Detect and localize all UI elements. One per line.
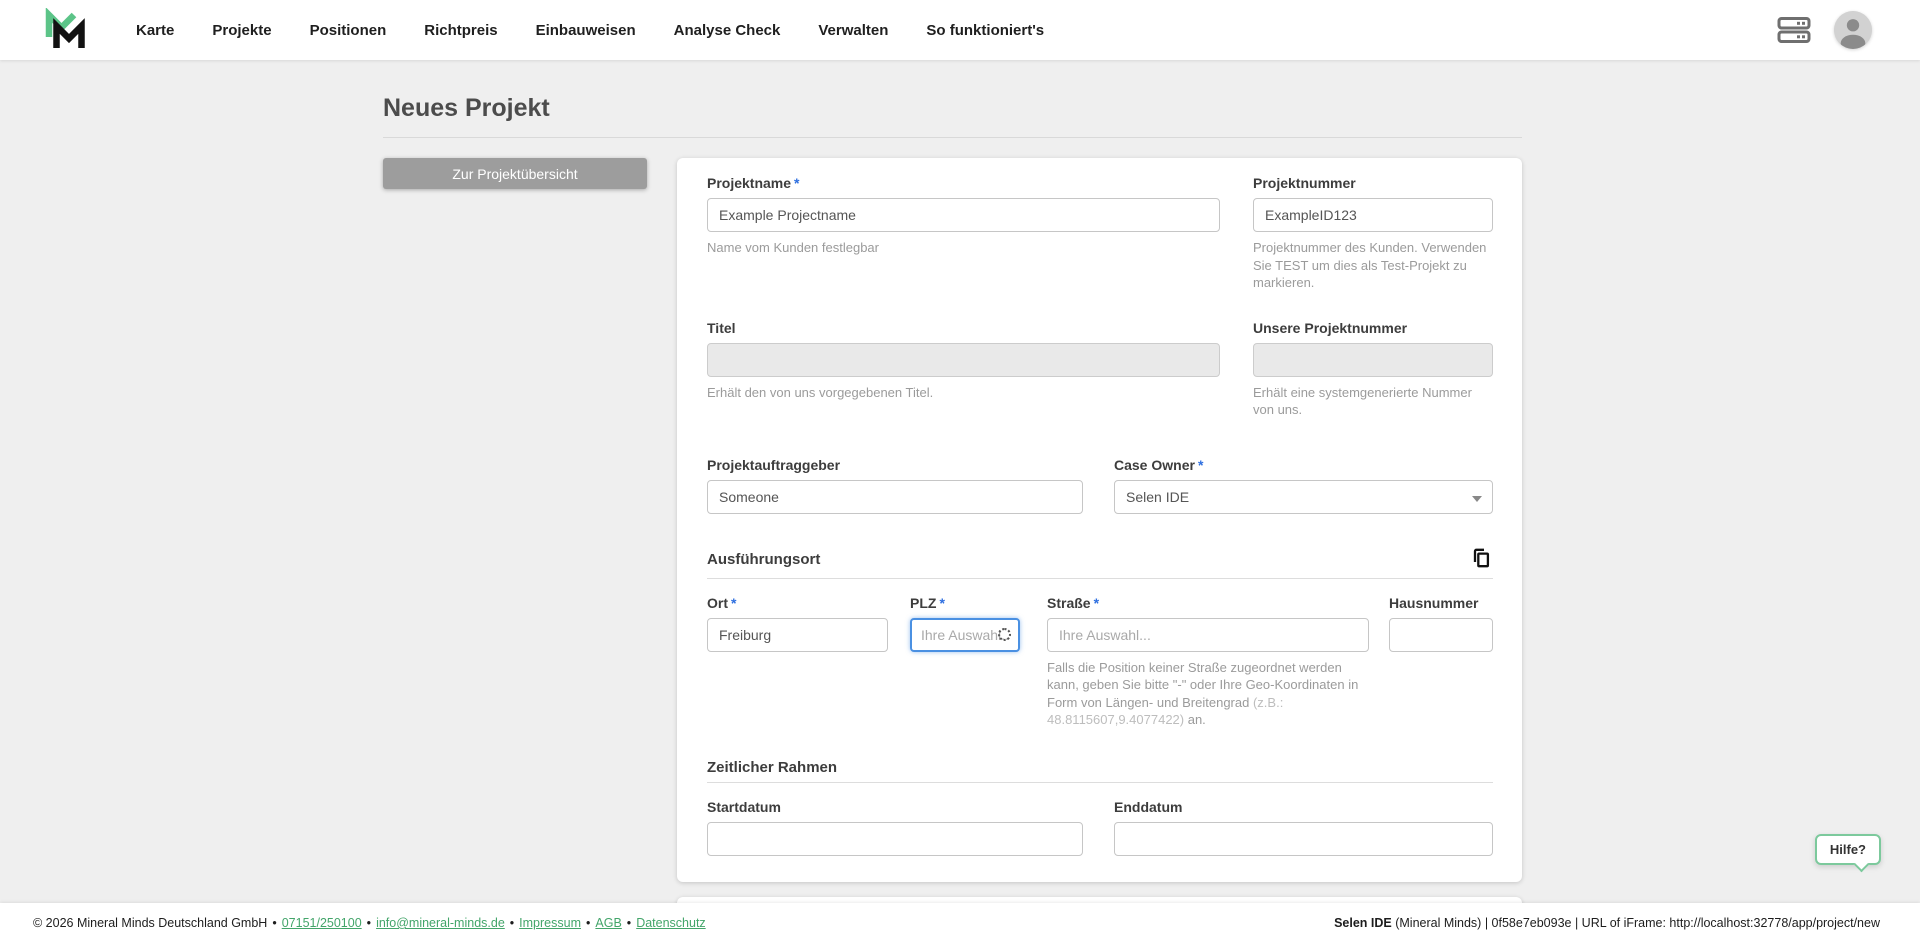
footer-link-email[interactable]: info@mineral-minds.de (376, 916, 505, 930)
hausnummer-input[interactable] (1389, 617, 1493, 652)
new-project-form-card: Projektname* Name vom Kunden festlegbar … (677, 158, 1522, 882)
required-asterisk: * (731, 594, 737, 611)
enddatum-input[interactable] (1114, 821, 1493, 856)
copyright-text: © 2026 Mineral Minds Deutschland GmbH (33, 916, 268, 930)
strasse-helper-main: Falls die Position keiner Straße zugeord… (1047, 659, 1359, 710)
nav-item-so-funktionierts[interactable]: So funktioniert's (926, 22, 1044, 39)
footer-session-info: Selen IDE (Mineral Minds) | 0f58e7eb093e… (1334, 916, 1880, 930)
enddatum-group: Enddatum (1114, 799, 1493, 856)
unsere-projektnummer-helper: Erhält eine systemgenerierte Nummer von … (1253, 384, 1472, 418)
footer-link-agb[interactable]: AGB (595, 916, 621, 930)
projektnummer-helper: Projektnummer des Kunden. Verwenden Sie … (1253, 240, 1487, 291)
footer-link-impressum[interactable]: Impressum (519, 916, 581, 930)
required-asterisk: * (794, 175, 800, 191)
projektauftraggeber-input[interactable] (707, 479, 1083, 514)
projektnummer-label: Projektnummer (1253, 175, 1356, 191)
footer-separator: • (586, 916, 591, 930)
ort-group: Ort * (707, 595, 888, 729)
top-navbar: Karte Projekte Positionen Richtpreis Ein… (0, 0, 1920, 60)
help-button-label: Hilfe? (1829, 842, 1866, 857)
projektnummer-group: Projektnummer Projektnummer des Kunden. … (1253, 175, 1493, 292)
nav-item-einbauweisen[interactable]: Einbauweisen (536, 22, 636, 39)
strasse-label: Straße * (1047, 595, 1369, 611)
projektnummer-input[interactable] (1253, 198, 1493, 232)
footer-link-phone[interactable]: 07151/250100 (282, 916, 362, 930)
footer-left: © 2026 Mineral Minds Deutschland GmbH • 07… (33, 916, 706, 930)
footer-separator: • (366, 916, 372, 930)
left-column: Zur Projektübersicht (383, 158, 647, 189)
page-title: Neues Projekt (383, 94, 1522, 138)
ort-input[interactable] (707, 617, 888, 652)
zeitlicher-rahmen-section-title: Zeitlicher Rahmen (707, 758, 838, 776)
server-icon[interactable] (1776, 15, 1812, 45)
footer: © 2026 Mineral Minds Deutschland GmbH • 07… (0, 903, 1920, 943)
session-user: Selen IDE (1334, 916, 1392, 930)
projektname-group: Projektname* Name vom Kunden festlegbar (707, 175, 1220, 292)
titel-group: Titel Erhält den von uns vorgegebenen Ti… (707, 320, 1220, 419)
copy-icon[interactable] (1471, 548, 1493, 572)
nav-item-positionen[interactable]: Positionen (310, 22, 387, 39)
header-actions (1776, 11, 1872, 49)
required-asterisk: * (1197, 456, 1204, 473)
titel-label: Titel (707, 319, 736, 336)
startdatum-group: Startdatum (707, 799, 1083, 856)
strasse-helper-suffix: an. (1184, 712, 1206, 728)
nav-item-richtpreis[interactable]: Richtpreis (424, 22, 497, 39)
projektname-helper: Name vom Kunden festlegbar (707, 240, 879, 255)
footer-separator: • (509, 916, 515, 930)
plz-input-wrap (910, 617, 1020, 652)
main-nav: Karte Projekte Positionen Richtpreis Ein… (136, 22, 1044, 39)
titel-helper: Erhält den von uns vorgegebenen Titel. (707, 384, 934, 400)
footer-separator: • (626, 916, 632, 930)
nav-item-projekte[interactable]: Projekte (212, 22, 271, 39)
loading-spinner-icon (998, 627, 1011, 641)
unsere-projektnummer-group: Unsere Projektnummer Erhält eine systemg… (1253, 320, 1493, 419)
plz-label: PLZ * (910, 595, 1020, 611)
user-avatar-icon[interactable] (1834, 11, 1872, 49)
case-owner-label: Case Owner * (1114, 457, 1493, 473)
hausnummer-label: Hausnummer (1389, 594, 1479, 611)
startdatum-label: Startdatum (707, 798, 781, 815)
strasse-label-text: Straße (1047, 594, 1091, 611)
main-content: Neues Projekt Zur Projektübersicht Proje… (0, 0, 1920, 943)
strasse-input[interactable] (1047, 617, 1369, 652)
unsere-projektnummer-input (1253, 342, 1493, 377)
titel-input (707, 342, 1220, 377)
required-asterisk: * (939, 594, 945, 611)
nav-item-karte[interactable]: Karte (136, 22, 174, 39)
projektname-input[interactable] (707, 198, 1220, 232)
nav-item-verwalten[interactable]: Verwalten (818, 22, 888, 39)
case-owner-label-text: Case Owner (1114, 456, 1195, 473)
case-owner-group: Case Owner * Selen IDE (1114, 457, 1493, 514)
startdatum-input[interactable] (707, 821, 1083, 856)
ort-label: Ort * (707, 595, 888, 611)
zur-projektuebersicht-button[interactable]: Zur Projektübersicht (383, 158, 647, 189)
projektname-label: Projektname * (707, 175, 1220, 191)
help-button[interactable]: Hilfe? (1814, 834, 1881, 873)
hausnummer-group: Hausnummer (1389, 595, 1493, 729)
chevron-down-icon (1472, 495, 1482, 502)
case-owner-selected-value: Selen IDE (1126, 488, 1190, 505)
projektauftraggeber-label: Projektauftraggeber (707, 456, 841, 473)
case-owner-select[interactable]: Selen IDE (1114, 479, 1493, 514)
ort-label-text: Ort (707, 594, 728, 611)
projektname-label-text: Projektname (707, 175, 792, 191)
footer-link-datenschutz[interactable]: Datenschutz (636, 916, 705, 930)
nav-item-analyse-check[interactable]: Analyse Check (674, 22, 781, 39)
ausfuehrungsort-section-title: Ausführungsort (707, 551, 821, 569)
strasse-group: Straße* Falls die Position keiner Straße… (1047, 595, 1369, 729)
mineral-minds-logo-icon[interactable] (40, 8, 90, 52)
required-asterisk: * (1093, 594, 1100, 611)
footer-separator: • (272, 916, 277, 930)
strasse-helper: Falls die Position keiner Straße zugeord… (1047, 659, 1369, 729)
unsere-projektnummer-label: Unsere Projektnummer (1253, 319, 1408, 336)
plz-label-text: PLZ (910, 594, 937, 611)
enddatum-label: Enddatum (1114, 798, 1183, 815)
projektauftraggeber-group: Projektauftraggeber (707, 457, 1083, 514)
plz-group: PLZ * (910, 595, 1020, 729)
session-details: (Mineral Minds) | 0f58e7eb093e | URL of … (1391, 916, 1880, 930)
